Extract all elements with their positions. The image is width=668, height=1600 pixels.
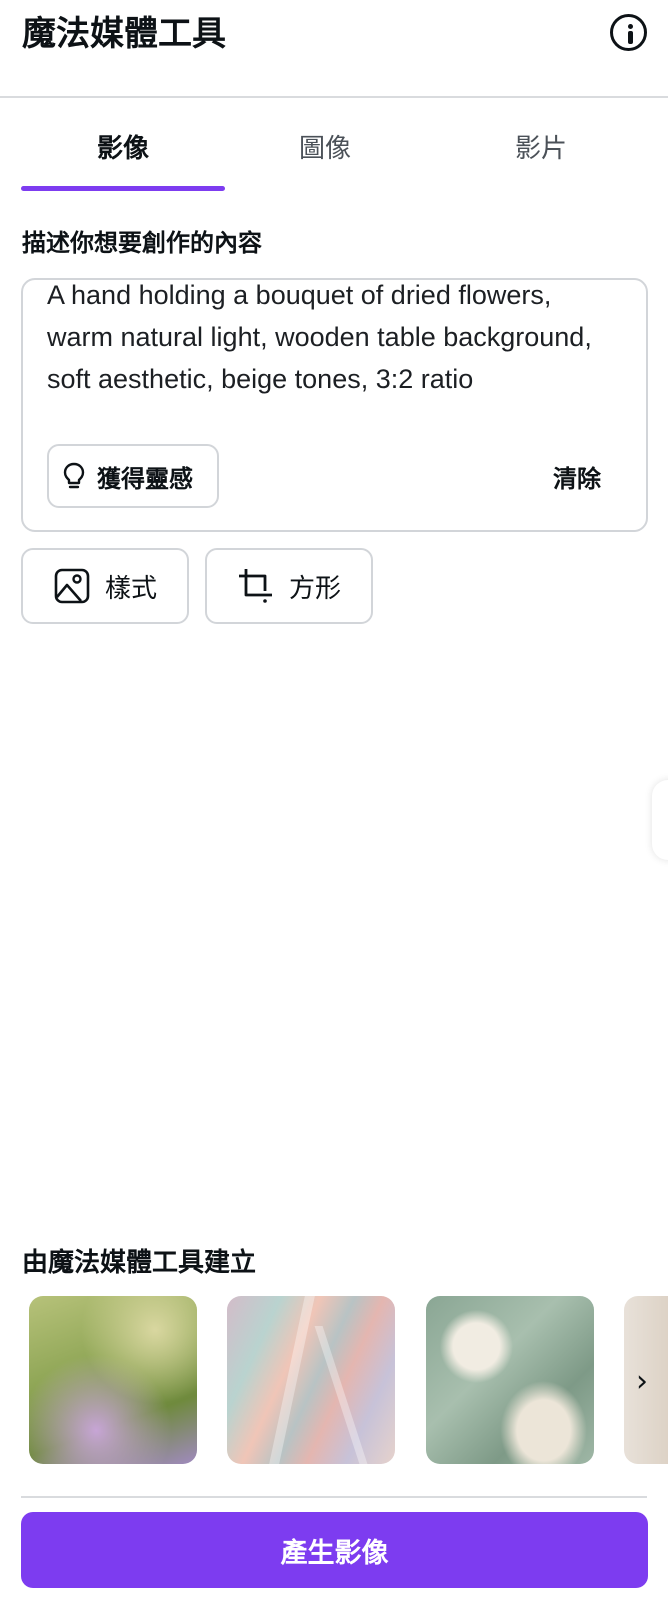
prompt-textarea[interactable]: A hand holding a bouquet of dried flower… [21, 278, 648, 532]
get-inspiration-button[interactable]: 獲得靈感 [47, 444, 219, 508]
aspect-ratio-button[interactable]: 方形 [205, 548, 373, 624]
active-tab-indicator [21, 186, 225, 191]
tab-image[interactable]: 影像 [21, 100, 225, 192]
app-title: 魔法媒體工具 [22, 14, 226, 54]
prompt-text[interactable]: A hand holding a bouquet of dried flower… [47, 280, 617, 400]
example-thumbnails [0, 1294, 668, 1464]
style-label: 樣式 [105, 573, 158, 604]
prompt-label: 描述你想要創作的內容 [22, 229, 262, 257]
info-icon[interactable] [610, 14, 647, 51]
tab-graphic[interactable]: 圖像 [225, 100, 425, 192]
generate-button[interactable]: 產生影像 [21, 1512, 648, 1588]
chevron-right-icon[interactable]: › [628, 1364, 656, 1400]
example-thumbnail[interactable] [426, 1296, 594, 1464]
example-thumbnail[interactable] [227, 1296, 395, 1464]
style-button[interactable]: 樣式 [21, 548, 189, 624]
examples-label: 由魔法媒體工具建立 [22, 1248, 257, 1278]
crop-icon [239, 569, 272, 603]
header: 魔法媒體工具 [0, 0, 668, 98]
aspect-ratio-label: 方形 [289, 573, 342, 604]
clear-button[interactable]: 清除 [553, 448, 601, 504]
divider [21, 1496, 647, 1498]
lightbulb-icon [63, 462, 85, 489]
get-inspiration-label: 獲得靈感 [97, 464, 193, 493]
tab-bar: 影像 圖像 影片 [21, 100, 647, 192]
tab-video[interactable]: 影片 [441, 100, 641, 192]
side-panel-handle[interactable] [652, 780, 668, 860]
example-thumbnail[interactable] [29, 1296, 197, 1464]
image-icon [54, 568, 90, 604]
